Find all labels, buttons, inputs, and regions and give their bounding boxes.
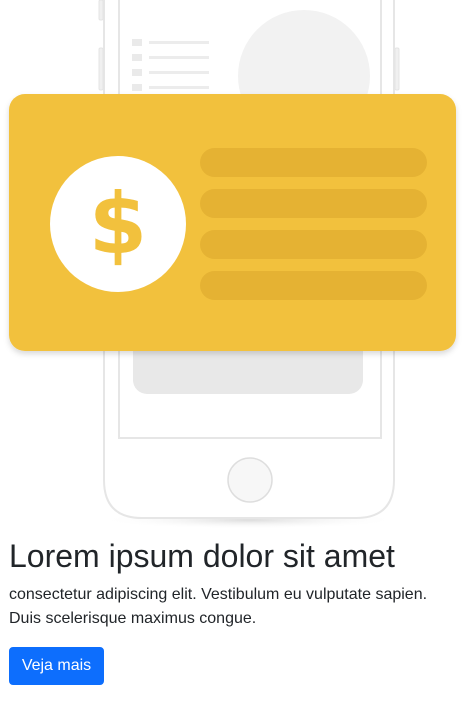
see-more-button[interactable]: Veja mais (9, 647, 104, 685)
page-description: consectetur adipiscing elit. Vestibulum … (9, 586, 428, 627)
card-info-bar (200, 271, 427, 300)
card-info-bar (200, 148, 427, 177)
card-info-bar (200, 189, 427, 218)
payment-card-phone-illustration: $ (9, 0, 456, 529)
payment-card: $ (9, 94, 456, 351)
hero-illustration: $ (0, 0, 470, 530)
home-button-icon (227, 457, 273, 503)
coin-symbol: $ (89, 175, 147, 273)
card-info-bar (200, 230, 427, 259)
page-title: Lorem ipsum dolor sit amet (9, 538, 395, 574)
